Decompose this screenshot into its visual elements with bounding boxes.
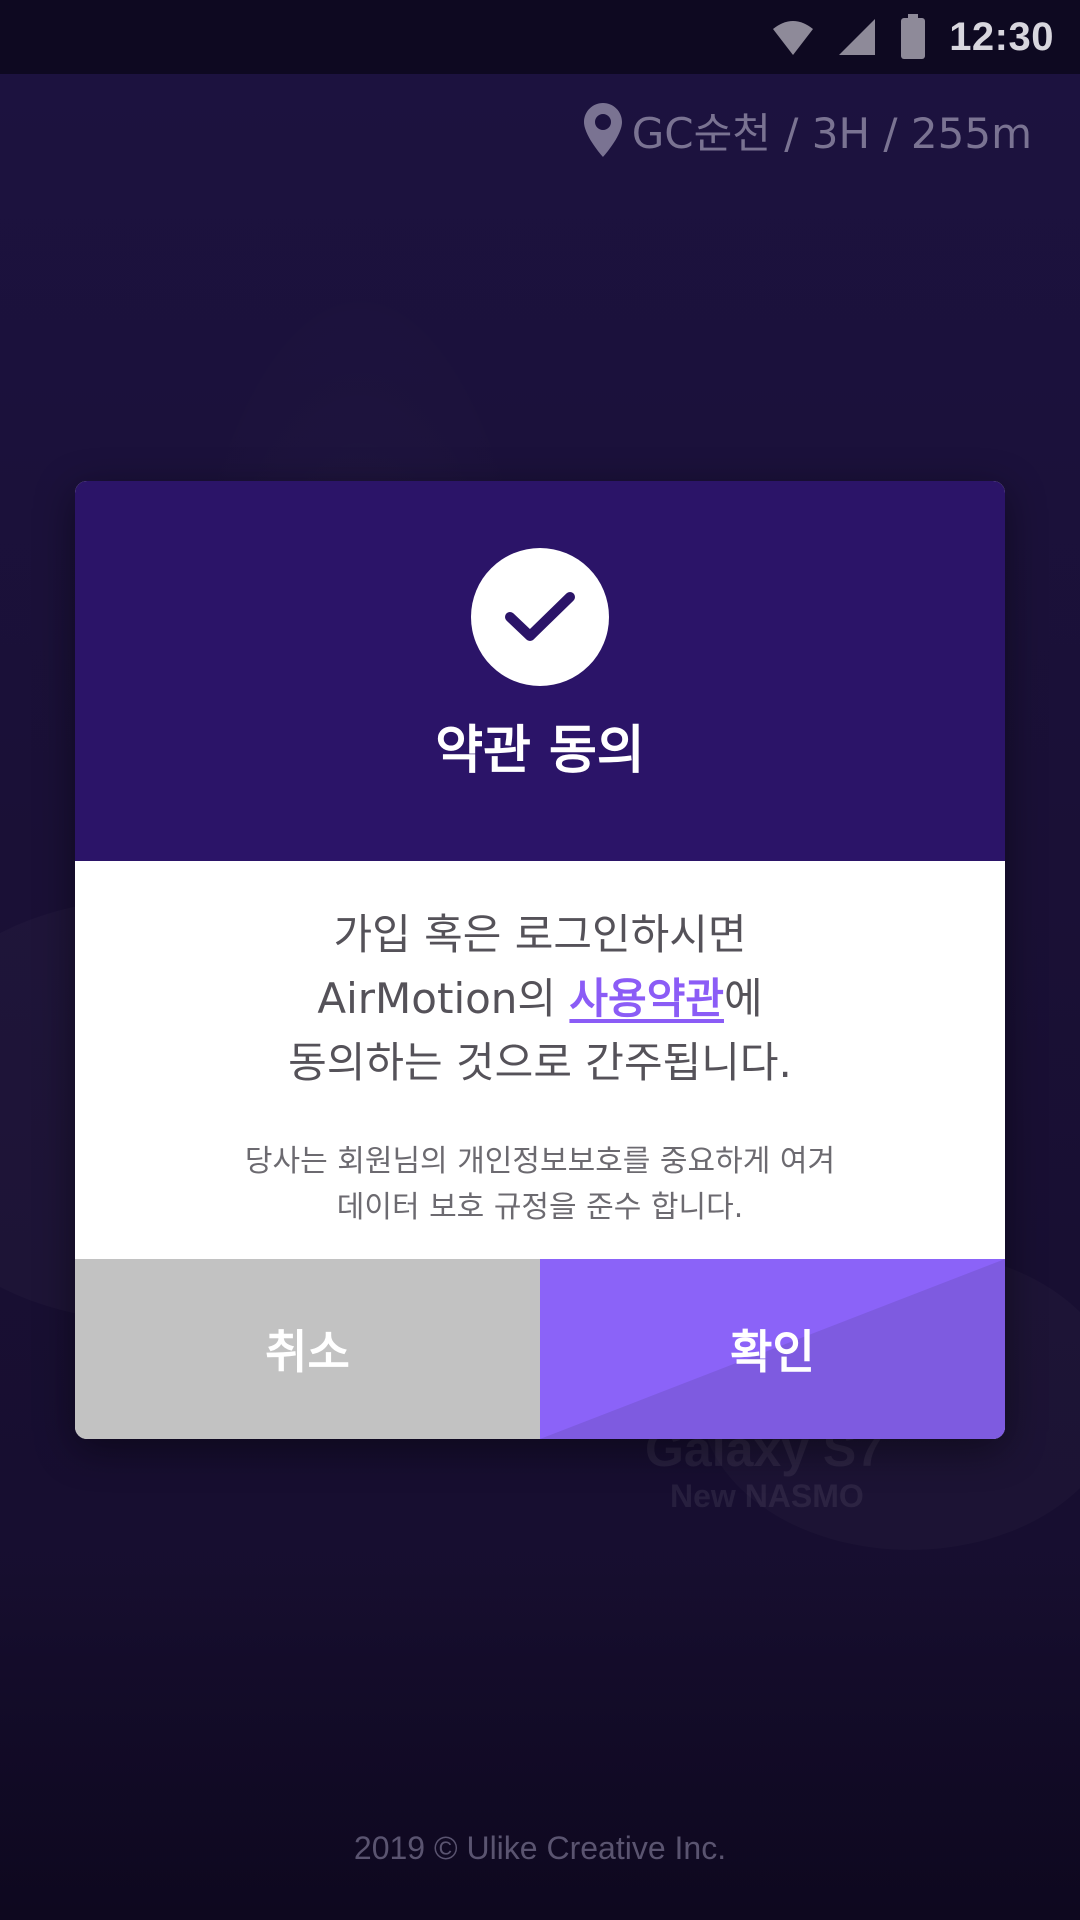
status-time: 12:30	[949, 14, 1054, 59]
terms-of-use-link[interactable]: 사용약관	[569, 974, 724, 1023]
status-bar: 12:30	[0, 0, 1080, 74]
battery-icon	[901, 14, 926, 59]
wifi-icon	[773, 21, 814, 55]
location-text: GC순천 / 3H / 255m	[631, 108, 1032, 158]
message-prefix: AirMotion의	[317, 974, 570, 1023]
message-line: 가입 혹은 로그인하시면	[333, 910, 747, 959]
copyright-footer: 2019 © Ulike Creative Inc.	[353, 1830, 727, 1866]
terms-agreement-dialog: 약관 동의 가입 혹은 로그인하시면 AirMotion의 사용약관에 동의하는…	[75, 481, 1005, 1439]
dialog-body: 가입 혹은 로그인하시면 AirMotion의 사용약관에 동의하는 것으로 간…	[75, 861, 1005, 1259]
dialog-title: 약관 동의	[435, 721, 645, 781]
background-brand-subtitle: New NASMO	[670, 1478, 864, 1514]
privacy-notice-line: 당사는 회원님의 개인정보보호를 중요하게 여겨	[244, 1144, 836, 1179]
message-line: AirMotion의 사용약관에	[75, 967, 1005, 1031]
check-icon	[505, 592, 575, 641]
cell-signal-icon	[839, 19, 876, 55]
dialog-header: 약관 동의	[75, 481, 1005, 861]
map-pin-icon	[583, 103, 622, 157]
dialog-message: 가입 혹은 로그인하시면 AirMotion의 사용약관에 동의하는 것으로 간…	[75, 903, 1005, 1095]
check-badge	[471, 548, 609, 686]
privacy-notice-line: 데이터 보호 규정을 준수 합니다.	[336, 1190, 744, 1225]
screen: Galaxy S7 New NASMO 12:30 GC순천 / 3H / 25…	[0, 0, 1080, 1920]
cancel-button[interactable]: 취소	[75, 1259, 540, 1439]
message-line: 동의하는 것으로 간주됩니다.	[288, 1038, 792, 1087]
status-icons: 12:30	[771, 0, 1054, 74]
confirm-button[interactable]: 확인	[540, 1259, 1005, 1439]
dialog-buttons: 취소 확인	[75, 1259, 1005, 1439]
message-suffix: 에	[723, 974, 763, 1023]
cancel-button-label: 취소	[265, 1325, 350, 1379]
privacy-notice: 당사는 회원님의 개인정보보호를 중요하게 여겨 데이터 보호 규정을 준수 합…	[75, 1139, 1005, 1231]
confirm-button-label: 확인	[730, 1325, 815, 1379]
location-indicator: GC순천 / 3H / 255m	[583, 100, 1032, 160]
